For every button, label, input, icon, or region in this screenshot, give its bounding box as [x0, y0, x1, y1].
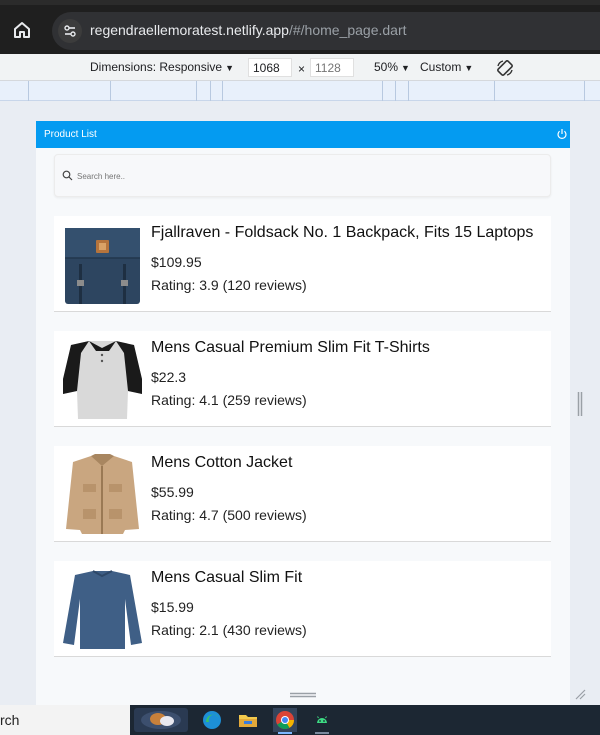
power-icon[interactable] — [556, 128, 568, 140]
running-app-indicator — [315, 732, 329, 734]
taskbar-search-box[interactable]: rch — [0, 705, 130, 735]
app-frame: Product List Search here.. Fjallraven - … — [36, 121, 570, 705]
taskbar: rch — [0, 705, 600, 735]
app-bar: Product List — [36, 121, 570, 148]
product-rating: Rating: 2.1 (430 reviews) — [151, 622, 307, 638]
product-title[interactable]: Mens Casual Premium Slim Fit T-Shirts — [151, 339, 430, 357]
resize-corner-icon[interactable] — [574, 688, 586, 700]
product-price: $55.99 — [151, 484, 194, 500]
product-rating: Rating: 3.9 (120 reviews) — [151, 277, 307, 293]
media-query-ruler[interactable] — [0, 81, 600, 101]
product-title[interactable]: Mens Cotton Jacket — [151, 454, 292, 472]
resize-handle-bottom[interactable] — [290, 692, 316, 698]
product-card[interactable]: Mens Cotton Jacket $55.99 Rating: 4.7 (5… — [54, 446, 551, 542]
product-price: $15.99 — [151, 599, 194, 615]
search-input[interactable] — [77, 168, 537, 184]
taskbar-search-text: rch — [0, 712, 20, 728]
chrome-icon[interactable] — [273, 708, 297, 732]
width-input[interactable] — [248, 58, 292, 77]
product-price: $109.95 — [151, 254, 202, 270]
dimensions-dropdown[interactable]: Dimensions: Responsive ▼ — [90, 60, 234, 74]
dimensions-label: Dimensions: Responsive — [90, 60, 223, 74]
search-box[interactable] — [54, 154, 551, 197]
url-text[interactable]: regendraellemoratest.netlify.app/#/home_… — [90, 22, 407, 38]
page-title: Product List — [44, 129, 97, 140]
rotate-icon[interactable] — [495, 58, 515, 78]
zoom-label: 50% — [374, 60, 399, 74]
search-icon — [62, 170, 73, 181]
throttle-label: Custom — [420, 60, 462, 74]
product-rating: Rating: 4.1 (259 reviews) — [151, 392, 307, 408]
url-path: /#/home_page.dart — [288, 22, 407, 38]
caret-down-icon: ▼ — [464, 63, 474, 73]
product-image-jacket[interactable] — [63, 454, 142, 534]
product-card[interactable]: Mens Casual Premium Slim Fit T-Shirts $2… — [54, 331, 551, 427]
caret-down-icon: ▼ — [225, 63, 234, 73]
search-highlight-icon[interactable] — [134, 708, 188, 732]
product-title[interactable]: Fjallraven - Foldsack No. 1 Backpack, Fi… — [151, 224, 533, 242]
url-host: regendraellemoratest.netlify.app — [90, 22, 289, 38]
tab-strip — [0, 0, 600, 5]
times-symbol: × — [298, 62, 306, 76]
home-icon[interactable] — [10, 18, 34, 42]
product-image-tshirt[interactable] — [63, 339, 142, 419]
product-card[interactable]: Mens Casual Slim Fit $15.99 Rating: 2.1 … — [54, 561, 551, 657]
android-studio-icon[interactable] — [310, 708, 334, 732]
browser-toolbar: regendraellemoratest.netlify.app/#/home_… — [0, 0, 600, 54]
product-price: $22.3 — [151, 369, 187, 385]
product-title[interactable]: Mens Casual Slim Fit — [151, 569, 302, 587]
site-info-icon[interactable] — [58, 19, 82, 43]
zoom-dropdown[interactable]: 50% ▼ — [374, 60, 410, 74]
product-rating: Rating: 4.7 (500 reviews) — [151, 507, 307, 523]
file-explorer-icon[interactable] — [236, 708, 260, 732]
active-app-indicator — [278, 732, 292, 734]
product-card[interactable]: Fjallraven - Foldsack No. 1 Backpack, Fi… — [54, 216, 551, 312]
resize-handle-right[interactable] — [577, 392, 583, 416]
product-image-longsleeve[interactable] — [63, 569, 142, 649]
caret-down-icon: ▼ — [401, 63, 410, 73]
address-bar[interactable]: regendraellemoratest.netlify.app/#/home_… — [52, 12, 600, 50]
edge-browser-icon[interactable] — [200, 708, 224, 732]
throttle-dropdown[interactable]: Custom ▼ — [420, 60, 473, 74]
height-input[interactable] — [310, 58, 354, 77]
product-image-backpack[interactable] — [63, 224, 142, 304]
